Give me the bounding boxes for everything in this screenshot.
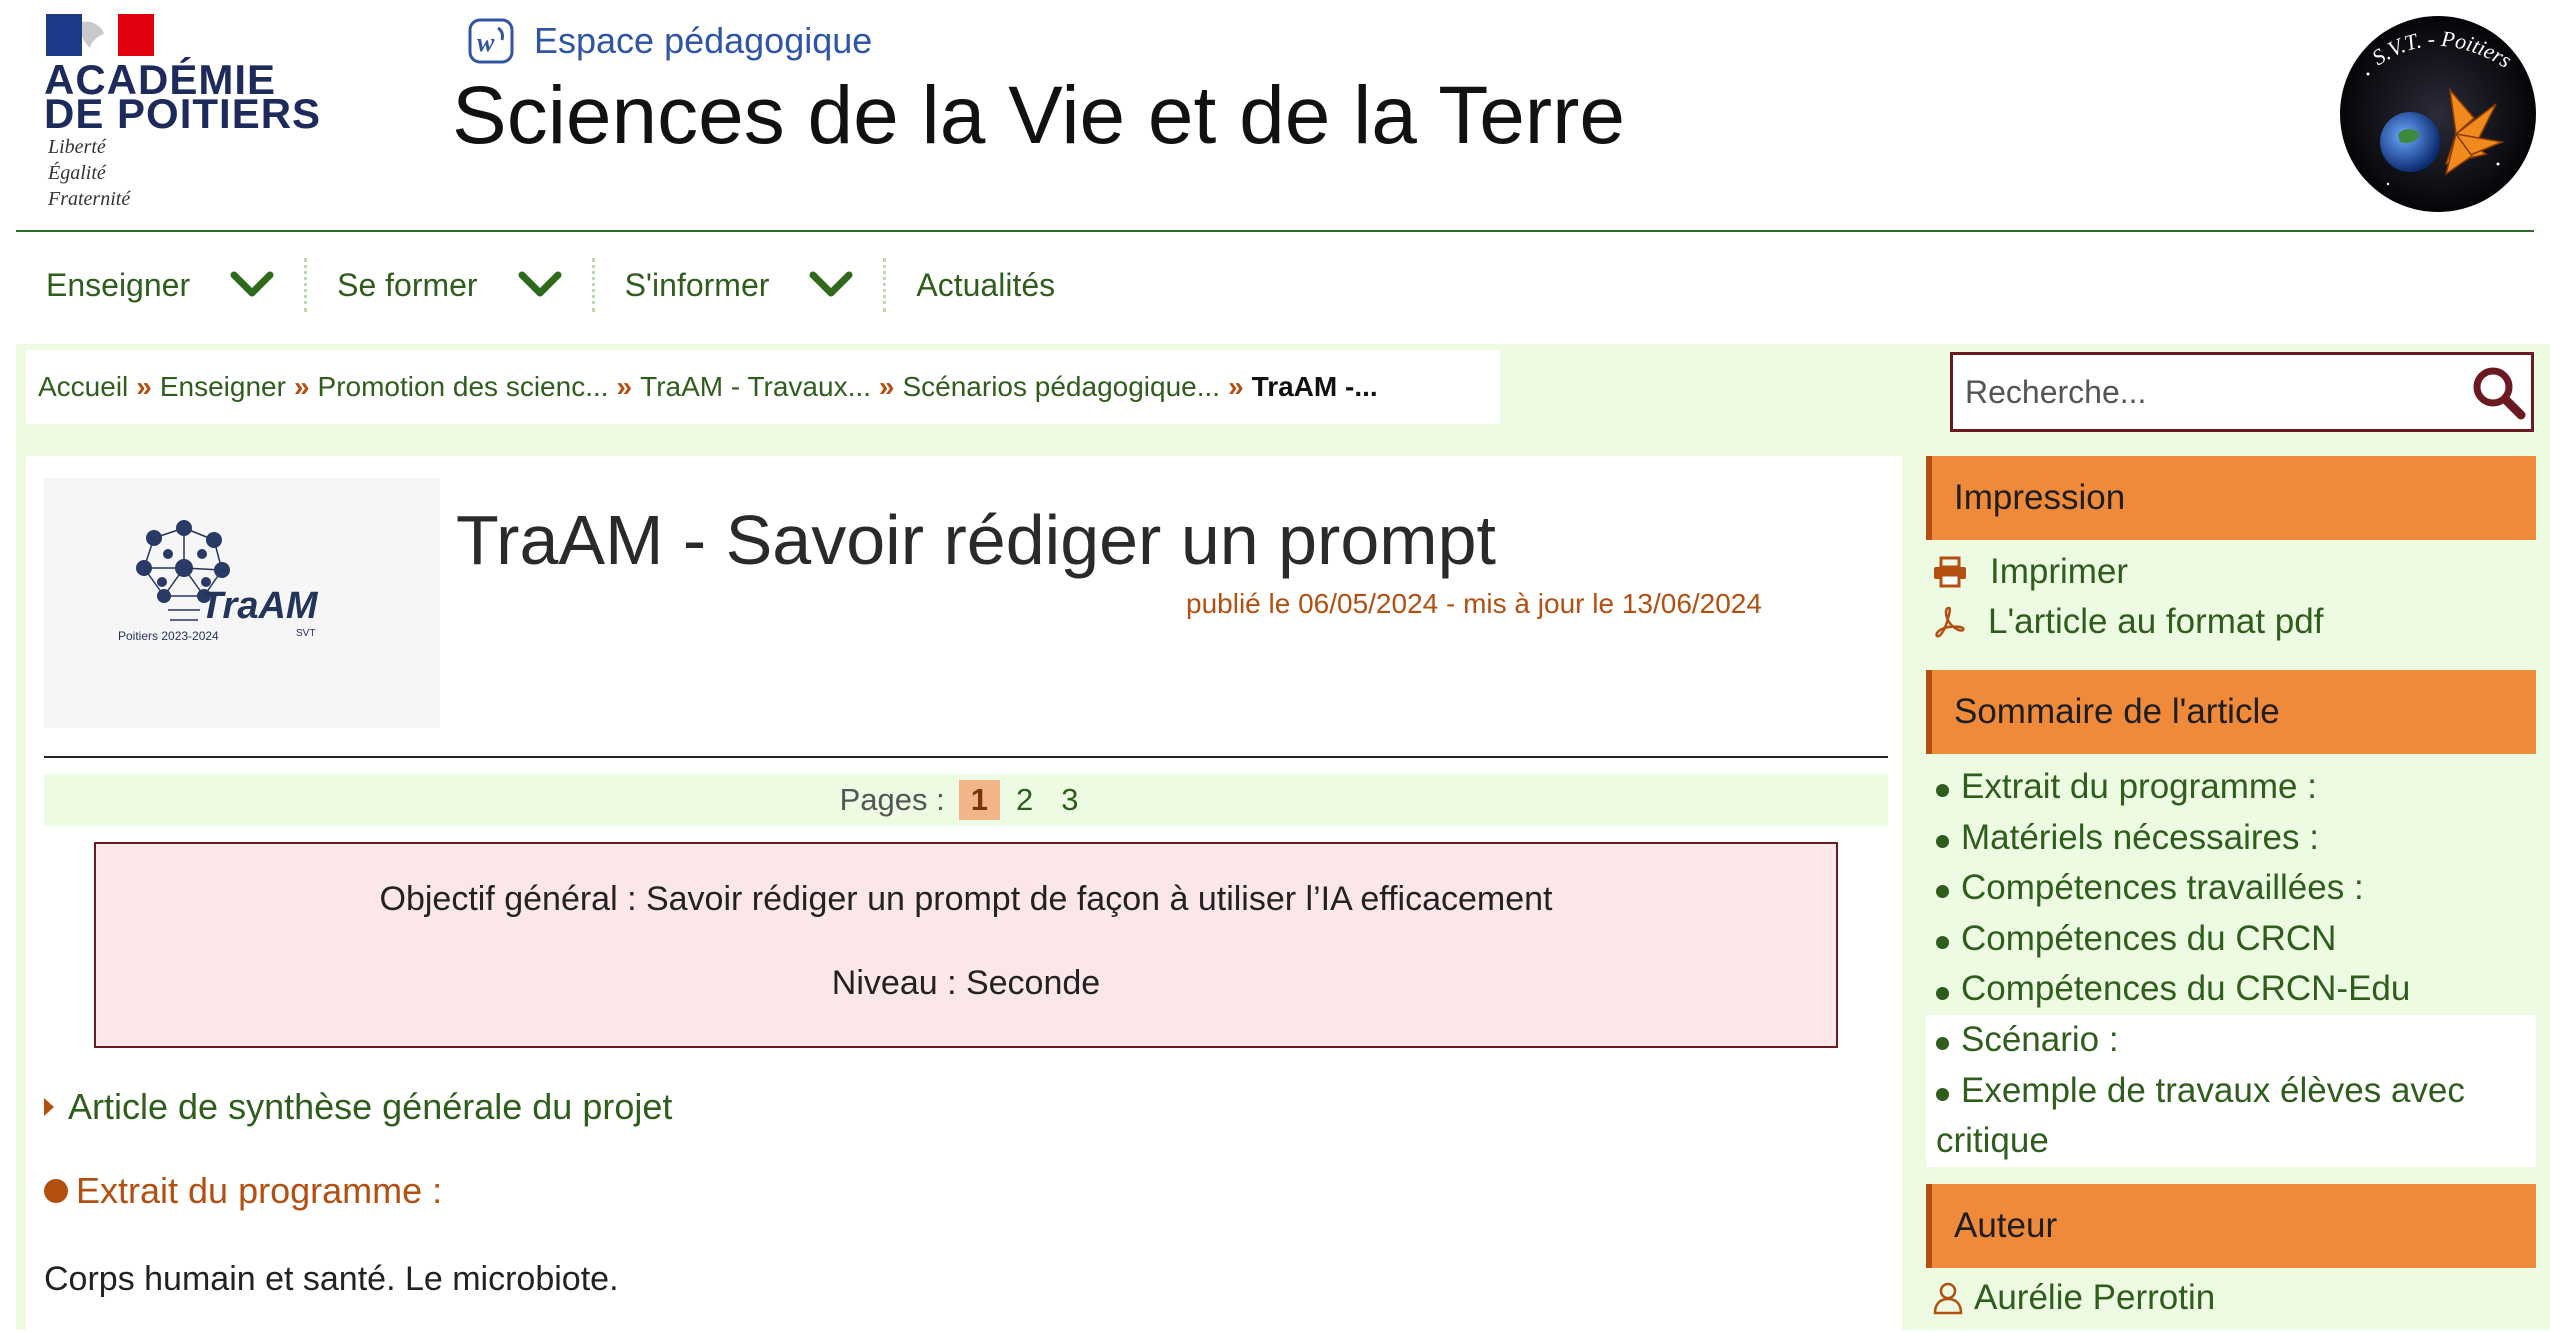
section-body-text: Corps humain et santé. Le microbiote. [44,1260,619,1298]
pdf-link-label: L'article au format pdf [1988,602,2324,641]
toc-item[interactable]: Scénario : [1926,1014,2536,1066]
pdf-link[interactable]: L'article au format pdf [1932,602,2323,642]
breadcrumb-separator: » [616,371,633,402]
caret-right-icon [44,1098,54,1116]
main-nav: Enseigner Se former S'informer Actualité… [16,250,1085,320]
traam-logo-caption: Poitiers 2023-2024 [118,629,219,643]
breadcrumb: Accueil » Enseigner » Promotion des scie… [26,350,1500,424]
devise-fraternite: Fraternité [48,188,131,210]
article-title: TraAM - Savoir rédiger un prompt [456,501,1496,579]
toc-list: Extrait du programme : Matériels nécessa… [1926,762,2536,1167]
nav-item-s-informer[interactable]: S'informer [595,257,884,313]
header-divider [16,230,2534,232]
article-dates: publié le 06/05/2024 - mis à jour le 13/… [1186,588,1762,619]
toc-item[interactable]: Matériels nécessaires : [1926,813,2536,864]
search-form [1950,352,2534,432]
nav-item-label: Se former [337,266,478,303]
objectif-text: Objectif général : Savoir rédiger un pro… [379,880,1553,918]
section-heading-label: Extrait du programme : [76,1170,443,1211]
user-icon [1933,1282,1963,1315]
synthese-link-label: Article de synthèse générale du projet [68,1086,673,1127]
devise-egalite: Égalité [48,162,106,184]
breadcrumb-separator: » [1228,371,1244,402]
nav-item-label: S'informer [624,266,770,303]
toc-item[interactable]: Extrait du programme : [1926,762,2536,813]
chevron-down-icon[interactable] [230,271,274,299]
print-link[interactable]: Imprimer [1932,552,2128,592]
toc-item[interactable]: Compétences du CRCN [1926,914,2536,965]
page-link-1[interactable]: 1 [958,780,1000,820]
niveau-text: Niveau : Seconde [831,964,1101,1002]
breadcrumb-separator: » [293,371,310,402]
pagination: Pages : 1 2 3 [44,774,1888,826]
breadcrumb-item-promotion[interactable]: Promotion des scienc... [318,371,609,403]
sidebar-heading-label: Sommaire de l'article [1954,692,2280,731]
toc-item[interactable]: Compétences travaillées : [1926,863,2536,914]
sidebar-heading-label: Impression [1954,478,2126,517]
search-input[interactable] [1965,355,2445,429]
breadcrumb-item-current: TraAM -... [1251,371,1378,402]
printer-icon [1934,556,1966,588]
svt-poitiers-logo[interactable]: S.V.T. - Poitiers [2338,14,2538,214]
breadcrumb-item-enseigner[interactable]: Enseigner [160,371,286,403]
svg-text:w: w [477,28,495,57]
page-link-2[interactable]: 2 [1004,780,1045,820]
author-link[interactable]: Aurélie Perrotin [1932,1278,2215,1318]
toc-item[interactable]: Compétences du CRCN-Edu [1926,964,2536,1015]
breadcrumb-item-accueil[interactable]: Accueil [38,371,128,403]
breadcrumb-item-traam-travaux[interactable]: TraAM - Travaux... [640,371,871,403]
nav-item-label: Actualités [916,266,1056,303]
devise-liberte: Liberté [48,136,106,158]
traam-logo-text: TraAM [200,585,319,627]
toc-item[interactable]: Exemple de travaux élèves avec critique [1926,1065,2536,1167]
sidebar-heading-label: Auteur [1954,1206,2058,1245]
pdf-icon [1935,606,1965,638]
marianne-flag-logo[interactable] [46,14,154,56]
page-link-3[interactable]: 3 [1049,780,1090,820]
espace-pedagogique-label: Espace pédagogique [534,20,873,61]
espace-pedagogique-link[interactable]: w Espace pédagogique [468,16,872,66]
breadcrumb-item-scenarios[interactable]: Scénarios pédagogique... [902,371,1220,403]
pagination-label: Pages : [839,782,945,817]
site-title[interactable]: Sciences de la Vie et de la Terre [452,66,1625,166]
nav-item-actualites[interactable]: Actualités [886,257,1085,313]
objectif-box: Objectif général : Savoir rédiger un pro… [94,842,1838,1048]
search-icon[interactable] [2471,361,2527,423]
chevron-down-icon[interactable] [809,271,853,299]
synthese-toggle-link[interactable]: Article de synthèse générale du projet [44,1086,672,1128]
traam-logo-sub: SVT [296,628,315,639]
espace-pedagogique-icon: w [468,18,514,64]
breadcrumb-separator: » [878,371,895,402]
nav-item-label: Enseigner [46,266,191,303]
sidebar-heading-impression: Impression [1926,456,2536,540]
traam-logo: TraAM SVT Poitiers 2023-2024 [44,478,440,728]
nav-item-se-former[interactable]: Se former [307,257,591,313]
author-name: Aurélie Perrotin [1974,1278,2216,1317]
academie-name-line2: DE POITIERS [44,90,322,137]
site-header: ACADÉMIE DE POITIERS Liberté Égalité Fra… [0,0,2550,232]
breadcrumb-separator: » [136,371,152,402]
title-divider [44,756,1888,758]
section-heading-extrait: Extrait du programme : [44,1170,442,1212]
chevron-down-icon[interactable] [518,271,562,299]
nav-item-enseigner[interactable]: Enseigner [16,257,304,313]
sidebar-heading-auteur: Auteur [1926,1184,2536,1268]
bullet-icon [44,1179,68,1203]
print-link-label: Imprimer [1990,552,2129,591]
sidebar-heading-sommaire: Sommaire de l'article [1926,670,2536,754]
